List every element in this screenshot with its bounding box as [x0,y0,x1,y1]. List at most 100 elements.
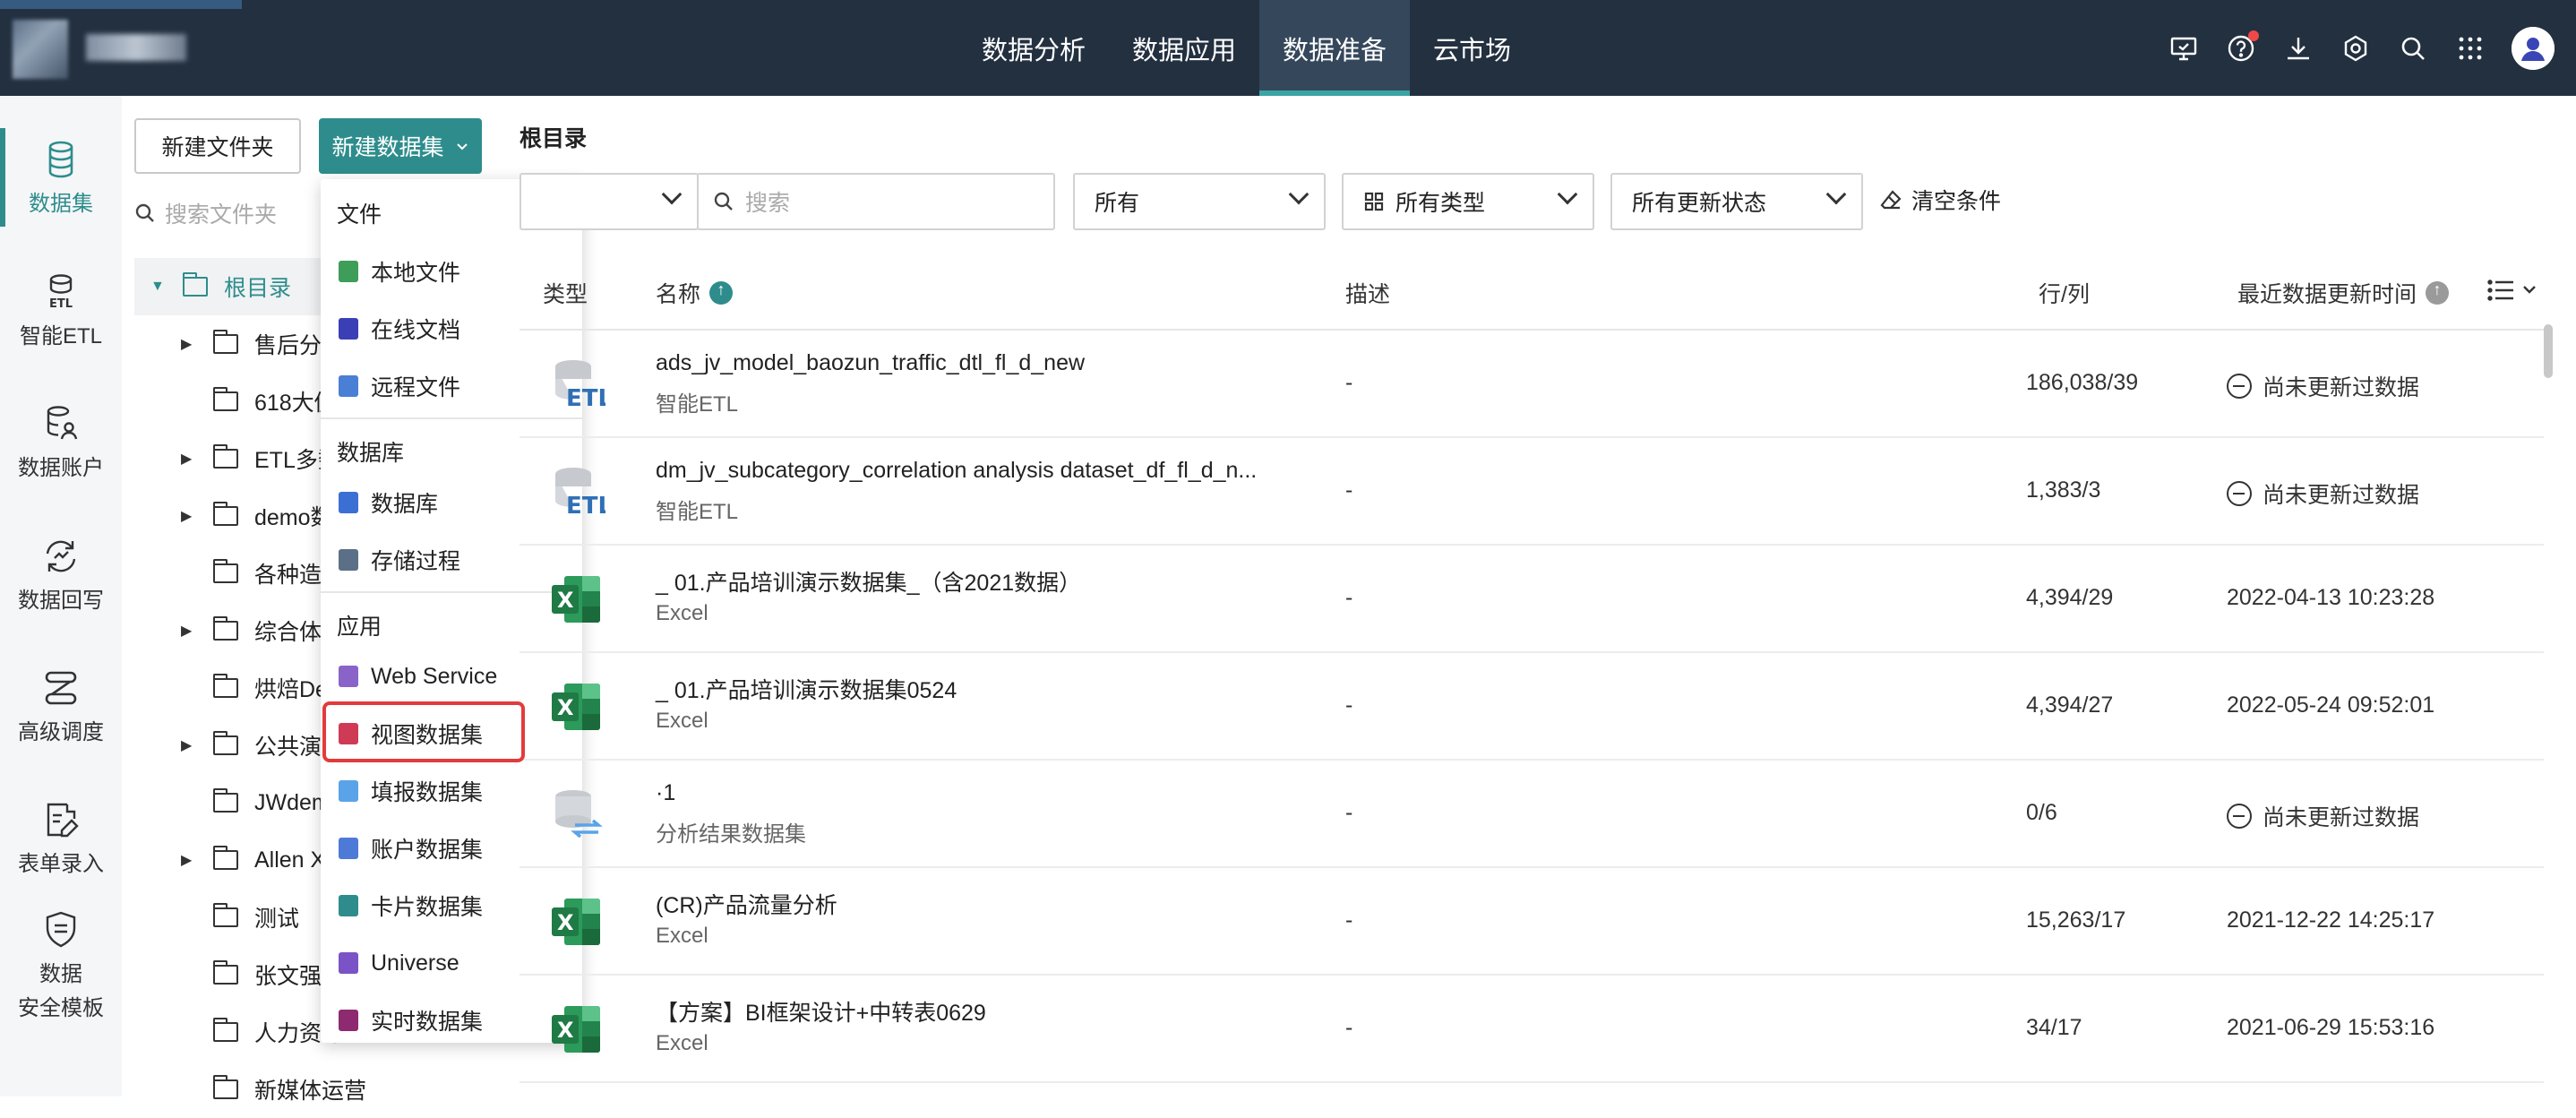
eraser-icon [1880,190,1902,210]
help-icon[interactable] [2212,20,2270,77]
folder-search-input[interactable]: 搜索文件夹 [134,197,277,229]
new-dataset-button[interactable]: 新建数据集 [319,118,482,174]
folder-icon [213,674,238,698]
form-entry-icon [47,803,79,838]
dataset-name[interactable]: 【方案】BI框架设计+中转表0629 [656,995,986,1028]
folder-filter-select[interactable] [519,173,699,230]
dataset-updated-value: 2022-05-24 09:52:01 [2227,692,2435,718]
tree-folder-item[interactable]: ▶ 综合体 [181,602,322,659]
table-row[interactable]: ETL dm_jv_subcategory_correlation analysi… [519,438,2544,546]
dataset-desc: - [1345,800,1353,825]
etl-dataset-icon: ETL [548,463,613,520]
dataset-name[interactable]: _ 01.产品培训演示数据集0524 [656,673,957,705]
caret-right-icon[interactable]: ▶ [181,507,193,525]
leftnav-label: 数据集 [29,192,93,216]
breadcrumb: 根目录 [519,126,588,151]
tree-folder-label: 新媒体运营 [254,1079,367,1104]
column-name[interactable]: 名称 [656,277,734,309]
tree-folder-item[interactable]: ▶ 公共演示 [181,717,344,774]
owner-filter-select[interactable]: 所有 [1073,173,1326,230]
leftnav-item-writeback[interactable]: 数据回写 [0,536,122,618]
dataset-rowcol: 186,038/39 [2026,370,2139,395]
status-filter-select[interactable]: 所有更新状态 [1610,173,1863,230]
caret-right-icon[interactable]: ▶ [181,335,193,353]
leftnav-item-data-account[interactable]: 数据账户 [0,403,122,486]
caret-right-icon[interactable]: ▶ [181,736,193,754]
column-updated[interactable]: 最近数据更新时间 [2237,277,2450,309]
writeback-icon [46,540,76,572]
dataset-name[interactable]: (CR)产品流量分析 [656,888,837,920]
list-view-icon[interactable] [2486,277,2540,304]
clear-filters-button[interactable]: 清空条件 [1879,184,2001,216]
svg-text:ETL: ETL [566,385,605,412]
leftnav-item-schedule[interactable]: 高级调度 [0,667,122,750]
universe-icon [339,952,358,974]
leftnav-label: 表单录入 [18,852,104,876]
dataset-name[interactable]: dm_jv_subcategory_correlation analysis d… [656,458,1257,484]
tree-folder-item[interactable]: 618大促 [213,373,337,430]
dataset-updated: 尚未更新过数据 [2227,800,2419,832]
table-row[interactable]: X 【方案】BI框架设计+中转表0629 Excel - 34/17 2021-06-29… [519,976,2544,1083]
tree-folder-item[interactable]: 测试 [213,889,299,946]
caret-down-icon[interactable]: ▼ [150,279,165,295]
tree-folder-item[interactable]: ▶ ETL多数 [181,430,340,487]
dataset-name[interactable]: _ 01.产品培训演示数据集_（含2021数据） [656,565,1081,598]
sort-icon[interactable] [2426,280,2450,305]
tree-folder-item[interactable]: 烘焙De [213,659,328,717]
leftnav-item-form-entry[interactable]: 表单录入 [0,799,122,882]
sort-icon[interactable] [709,280,734,305]
caret-right-icon[interactable]: ▶ [181,851,193,869]
dataset-updated: 2022-05-24 09:52:01 [2227,692,2434,718]
leftnav-label: 高级调度 [18,720,104,744]
type-filter-select[interactable]: 所有类型 [1342,173,1594,230]
minus-circle-icon [2227,481,2252,506]
table-row[interactable]: ETL ads_jv_model_baozun_traffic_dtl_fl_d_… [519,331,2544,438]
gear-icon[interactable] [2327,20,2384,77]
dataset-desc: - [1345,585,1353,610]
svg-text:X: X [557,1018,574,1043]
tree-folder-item[interactable]: ▶ Allen X [181,831,325,889]
tree-folder-label: 综合体 [254,620,322,645]
local-file-icon [339,261,358,282]
table-row[interactable]: X (CR)产品流量分析 Excel - 15,263/17 2021-12-22 14:… [519,868,2544,976]
dataset-name[interactable]: ads_jv_model_baozun_traffic_dtl_fl_d_new [656,350,1085,376]
search-icon[interactable] [2384,20,2442,77]
dataset-type: Excel [656,601,708,625]
dataset-type: 分析结果数据集 [656,822,806,847]
leftnav-item-security-template[interactable]: 数据 安全模板 [0,909,122,1026]
tree-folder-item[interactable]: ▶ demo数 [181,487,333,545]
avatar[interactable] [2512,26,2555,70]
tree-folder-item[interactable]: 新媒体运营 [213,1061,366,1118]
table-row[interactable]: ·1 分析结果数据集 - 0/6 尚未更新过数据 [519,761,2544,868]
table-row[interactable]: X _ 01.产品培训演示数据集_（含2021数据） Excel - 4,394/29 2… [519,546,2544,653]
tab-cloud-market[interactable]: 云市场 [1410,0,1534,96]
dataset-name[interactable]: ·1 [656,780,675,806]
online-doc-icon [339,318,358,340]
new-folder-button[interactable]: 新建文件夹 [134,118,301,174]
caret-right-icon[interactable]: ▶ [181,622,193,640]
search-icon [714,192,733,211]
caret-right-icon[interactable]: ▶ [181,450,193,468]
account-dataset-icon [339,838,358,859]
folder-icon [213,616,238,641]
download-icon[interactable] [2270,20,2327,77]
tree-folder-item[interactable]: JWdem [213,774,331,831]
tab-data-analysis[interactable]: 数据分析 [958,0,1109,96]
table-row[interactable]: X _ 01.产品培训演示数据集0524 Excel - 4,394/27 2022-05… [519,653,2544,761]
tree-folder-item[interactable]: 张文强 [213,946,322,1003]
tab-data-preparation[interactable]: 数据准备 [1259,0,1411,96]
folder-icon [213,903,238,927]
dataset-updated: 尚未更新过数据 [2227,370,2419,402]
folder-icon [213,444,238,469]
leftnav-item-dataset[interactable]: 数据集 [0,128,122,227]
tree-folder-item[interactable]: ▶ 售后分析 [181,315,344,373]
tab-data-application[interactable]: 数据应用 [1109,0,1259,96]
search-input[interactable]: 搜索 [697,173,1055,230]
apps-grid-icon[interactable] [2442,20,2499,77]
tree-root-label: 根目录 [224,276,292,301]
leftnav-item-etl[interactable]: ETL 智能ETL [0,271,122,354]
dataset-desc: - [1345,692,1353,718]
product-logo[interactable] [0,0,242,96]
scrollbar[interactable] [2544,324,2553,378]
monitor-icon[interactable] [2155,20,2212,77]
